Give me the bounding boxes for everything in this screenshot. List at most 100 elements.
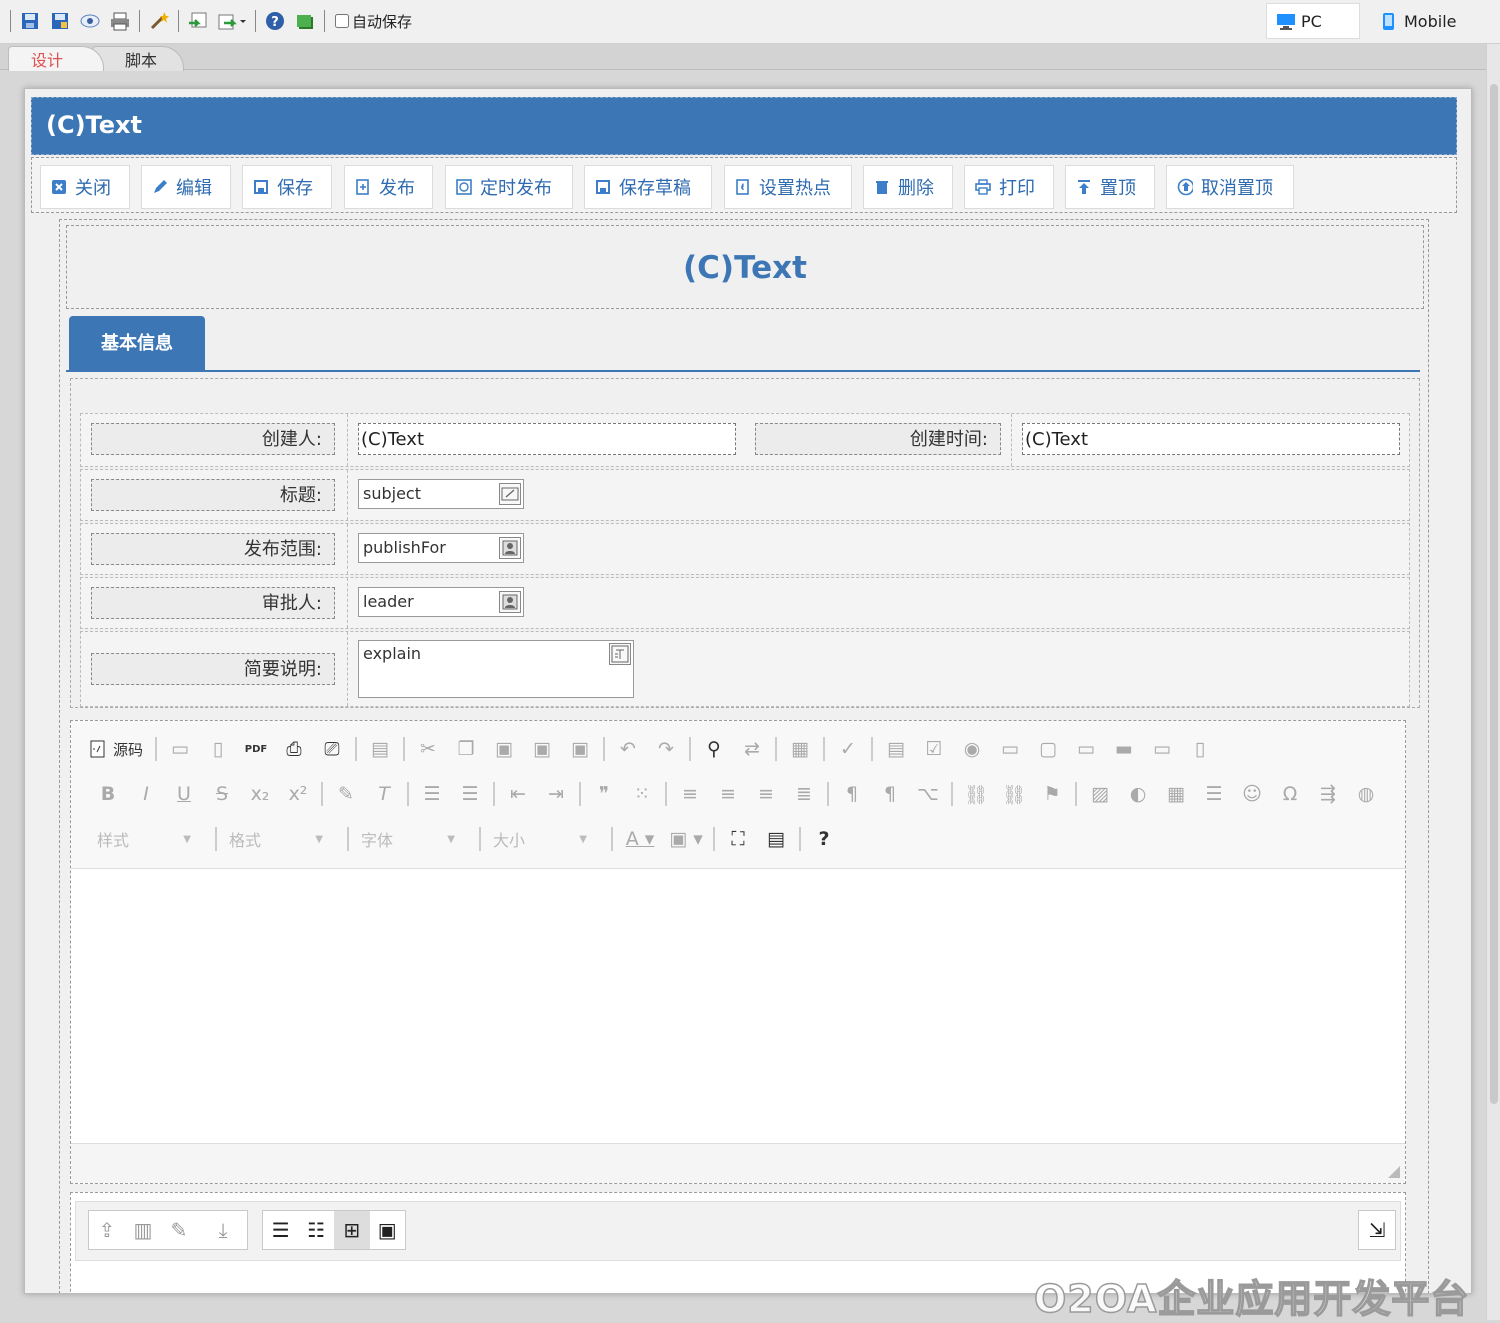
- maximize-icon[interactable]: ⛶: [719, 828, 757, 850]
- font-select[interactable]: 字体 ▼: [353, 827, 465, 851]
- pdf-icon[interactable]: PDF: [237, 744, 275, 755]
- select-icon[interactable]: ▭: [1067, 738, 1105, 760]
- preview-icon[interactable]: [77, 10, 103, 32]
- horizontal-rule-icon[interactable]: ☰: [1195, 783, 1233, 805]
- delete-attachment-icon[interactable]: ▥: [125, 1211, 161, 1249]
- preview-icon[interactable]: ⎙: [275, 738, 313, 760]
- edit-attachment-icon[interactable]: ✎: [161, 1211, 197, 1249]
- special-char-icon[interactable]: Ω: [1271, 783, 1309, 805]
- hidden-field-icon[interactable]: ▯: [1181, 738, 1219, 760]
- textarea-icon[interactable]: ▢: [1029, 738, 1067, 760]
- grid-view-icon[interactable]: ⊞: [334, 1211, 370, 1249]
- save-icon[interactable]: [17, 10, 43, 32]
- approver-input[interactable]: leader: [358, 587, 524, 617]
- smiley-icon[interactable]: ☺: [1233, 783, 1271, 805]
- set-hotspot-button[interactable]: 设置热点: [724, 165, 852, 209]
- save-draft-button[interactable]: 保存草稿: [584, 165, 712, 209]
- page-scrollbar[interactable]: [1486, 44, 1500, 1320]
- schedule-publish-button[interactable]: 定时发布: [445, 165, 573, 209]
- align-justify-icon[interactable]: ≣: [785, 783, 823, 805]
- bold-icon[interactable]: B: [89, 783, 127, 805]
- edit-button[interactable]: 编辑: [141, 165, 231, 209]
- italic-icon[interactable]: I: [127, 783, 165, 805]
- save-icon[interactable]: ▭: [161, 738, 199, 760]
- anchor-flag-icon[interactable]: ⚑: [1033, 783, 1071, 805]
- list-view-icon[interactable]: ☰: [263, 1211, 299, 1249]
- checkbox-icon[interactable]: ☑: [915, 738, 953, 760]
- find-icon[interactable]: ⚲: [695, 738, 733, 760]
- table-icon[interactable]: ▦: [1157, 783, 1195, 805]
- device-pc-button[interactable]: PC: [1266, 3, 1360, 39]
- script-icon[interactable]: [292, 10, 318, 32]
- superscript-icon[interactable]: x²: [279, 783, 317, 805]
- image-icon[interactable]: ▨: [1081, 783, 1119, 805]
- bulleted-list-icon[interactable]: ☰: [451, 783, 489, 805]
- redo-icon[interactable]: ↷: [647, 738, 685, 760]
- sequence-view-icon[interactable]: ☷: [299, 1211, 335, 1249]
- size-select[interactable]: 大小 ▼: [485, 827, 597, 851]
- undo-icon[interactable]: ↶: [609, 738, 647, 760]
- person-picker-icon[interactable]: [499, 591, 521, 613]
- subject-input[interactable]: subject: [358, 479, 524, 509]
- import-icon[interactable]: [185, 10, 211, 32]
- cut-icon[interactable]: ✂: [409, 738, 447, 760]
- indent-icon[interactable]: ⇥: [537, 783, 575, 805]
- page-break-icon[interactable]: ⇶: [1309, 783, 1347, 805]
- person-picker-icon[interactable]: [499, 537, 521, 559]
- tab-script[interactable]: 脚本: [92, 46, 184, 71]
- underline-icon[interactable]: U: [165, 783, 203, 805]
- image-button-icon[interactable]: ▭: [1143, 738, 1181, 760]
- unlink-icon[interactable]: ⛓: [995, 783, 1033, 806]
- flash-icon[interactable]: ◐: [1119, 783, 1157, 805]
- language-icon[interactable]: ⌥: [909, 783, 947, 805]
- copy-icon[interactable]: ❐: [447, 738, 485, 760]
- background-color-icon[interactable]: ▣ ▾: [663, 828, 709, 850]
- style-select[interactable]: 样式 ▼: [89, 827, 201, 851]
- export-icon[interactable]: [215, 10, 249, 32]
- print-icon[interactable]: ⎚: [313, 738, 351, 760]
- tab-basic-info[interactable]: 基本信息: [69, 316, 205, 372]
- save-button[interactable]: 保存: [242, 165, 332, 209]
- paste-word-icon[interactable]: ▣: [561, 738, 599, 760]
- close-button[interactable]: 关闭: [40, 165, 130, 209]
- scrollbar-thumb[interactable]: [1490, 84, 1498, 1104]
- subscript-icon[interactable]: x₂: [241, 783, 279, 805]
- text-color-icon[interactable]: A ▾: [617, 828, 663, 850]
- copy-format-icon[interactable]: ✎: [327, 783, 365, 805]
- align-left-icon[interactable]: ≡: [671, 783, 709, 805]
- print-icon[interactable]: [107, 10, 133, 32]
- blockquote-icon[interactable]: ❞: [585, 783, 623, 805]
- radio-icon[interactable]: ◉: [953, 738, 991, 760]
- explain-textarea[interactable]: explain: [358, 640, 634, 698]
- paste-icon[interactable]: ▣: [485, 738, 523, 760]
- spellcheck-icon[interactable]: ✓: [829, 738, 867, 760]
- show-blocks-icon[interactable]: ▤: [757, 828, 795, 850]
- select-all-icon[interactable]: ▦: [781, 738, 819, 760]
- format-select[interactable]: 格式 ▼: [221, 827, 333, 851]
- resize-handle-icon[interactable]: [1387, 1165, 1401, 1179]
- iframe-globe-icon[interactable]: ◍: [1347, 783, 1385, 805]
- pin-top-button[interactable]: 置顶: [1065, 165, 1155, 209]
- strike-icon[interactable]: S: [203, 783, 241, 805]
- link-icon[interactable]: ⛓: [957, 783, 995, 806]
- autosave-toggle[interactable]: 自动保存: [335, 11, 412, 32]
- outdent-icon[interactable]: ⇤: [499, 783, 537, 805]
- remove-format-icon[interactable]: T: [365, 783, 403, 805]
- save-as-icon[interactable]: [47, 10, 73, 32]
- source-button[interactable]: 源码: [89, 739, 151, 760]
- paste-text-icon[interactable]: ▣: [523, 738, 561, 760]
- align-center-icon[interactable]: ≡: [709, 783, 747, 805]
- help-icon[interactable]: ?: [262, 10, 288, 32]
- about-help-icon[interactable]: ?: [805, 828, 843, 850]
- div-container-icon[interactable]: ⁙: [623, 783, 661, 805]
- replace-icon[interactable]: ⇄: [733, 738, 771, 760]
- upload-icon[interactable]: ⇪: [89, 1211, 125, 1249]
- delete-button[interactable]: 删除: [863, 165, 953, 209]
- numbered-list-icon[interactable]: ☰: [413, 783, 451, 805]
- templates-icon[interactable]: ▤: [361, 738, 399, 760]
- rtl-icon[interactable]: ¶: [871, 783, 909, 805]
- unpin-top-button[interactable]: 取消置顶: [1166, 165, 1294, 209]
- tab-design[interactable]: 设计: [8, 46, 104, 71]
- wand-icon[interactable]: [146, 10, 172, 32]
- device-mobile-button[interactable]: Mobile: [1374, 3, 1484, 39]
